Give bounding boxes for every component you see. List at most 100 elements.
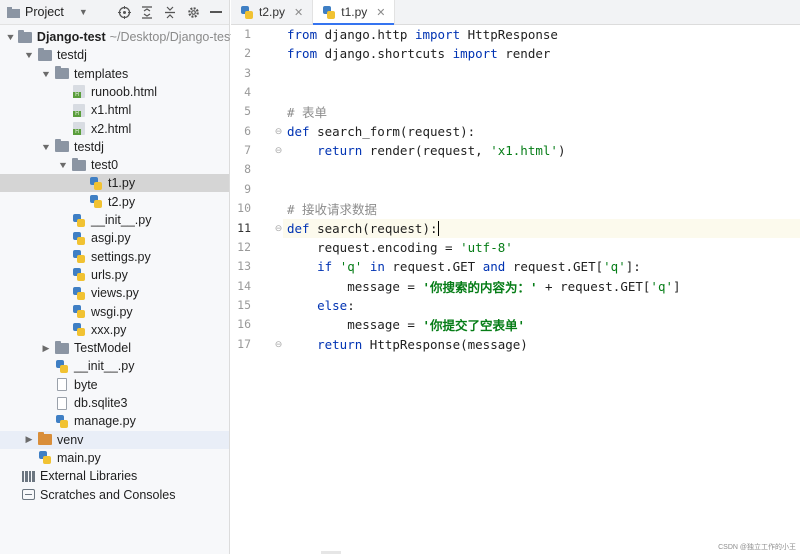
- code-line[interactable]: def search(request):: [283, 218, 800, 238]
- fold-marker-icon[interactable]: ⊖: [274, 141, 283, 160]
- fold-marker-icon[interactable]: ⊖: [274, 122, 283, 141]
- code-area[interactable]: from django.http import HttpResponse from…: [283, 25, 800, 554]
- code-token: ): [557, 143, 566, 159]
- code-line[interactable]: from django.http import HttpResponse: [283, 25, 800, 44]
- tree-node-label: __init__.py: [74, 359, 135, 374]
- close-icon[interactable]: ✕: [376, 6, 385, 19]
- project-view-selector[interactable]: Project ▼: [6, 5, 88, 19]
- gear-icon[interactable]: [186, 5, 200, 19]
- line-number: 9: [244, 181, 251, 196]
- expand-all-icon[interactable]: [140, 5, 154, 19]
- tree-node[interactable]: ▼ testdj: [0, 138, 229, 156]
- python-file-icon: [55, 414, 69, 428]
- tree-node[interactable]: main.py: [0, 449, 229, 467]
- code-line[interactable]: else:: [283, 296, 800, 315]
- tree-node[interactable]: ▶ TestModel: [0, 339, 229, 357]
- line-number: 11: [237, 220, 251, 235]
- python-file-icon: [38, 451, 52, 465]
- tree-node[interactable]: External Libraries: [0, 467, 229, 485]
- collapse-all-icon[interactable]: [163, 5, 177, 19]
- chevron-down-icon[interactable]: ▼: [22, 49, 36, 61]
- tree-node[interactable]: Hx2.html: [0, 120, 229, 138]
- tree-node[interactable]: wsgi.py: [0, 303, 229, 321]
- tree-node[interactable]: asgi.py: [0, 229, 229, 247]
- tree-node[interactable]: ▼ templates: [0, 65, 229, 83]
- tree-node-label: views.py: [91, 286, 139, 301]
- tree-node[interactable]: views.py: [0, 284, 229, 302]
- hide-icon[interactable]: [209, 5, 223, 19]
- tree-node[interactable]: ▼ test0: [0, 156, 229, 174]
- fold-marker-icon[interactable]: ⊖: [274, 335, 283, 354]
- code-line[interactable]: # 表单: [283, 102, 800, 121]
- code-token: return: [317, 143, 363, 159]
- tree-node[interactable]: Hrunoob.html: [0, 83, 229, 101]
- tree-node[interactable]: urls.py: [0, 266, 229, 284]
- code-line[interactable]: message = '你提交了空表单': [283, 315, 800, 334]
- tree-node-label: xxx.py: [91, 322, 127, 337]
- tree-node[interactable]: db.sqlite3: [0, 394, 229, 412]
- code-line[interactable]: return HttpResponse(message): [283, 335, 800, 354]
- tree-node[interactable]: t2.py: [0, 193, 229, 211]
- code-token: def: [287, 123, 310, 139]
- code-token: if: [317, 259, 333, 275]
- code-line[interactable]: [283, 160, 800, 179]
- code-line[interactable]: message = '你搜索的内容为：' + request.GET['q']: [283, 277, 800, 296]
- tree-node[interactable]: manage.py: [0, 412, 229, 430]
- html-file-icon: H: [72, 85, 86, 99]
- code-line[interactable]: from django.shortcuts import render: [283, 44, 800, 63]
- code-token: import: [452, 46, 498, 62]
- code-token: django.http: [317, 27, 415, 42]
- line-number-gutter[interactable]: 1 2 3 4 5 6 ⊖ 7 ⊖ 8 9 10 11 ⊖ 12 13 14 15 16 17 ⊖: [231, 25, 283, 554]
- code-line[interactable]: if 'q' in request.GET and request.GET['q…: [283, 257, 800, 276]
- tree-node[interactable]: byte: [0, 376, 229, 394]
- html-file-icon: H: [72, 122, 86, 136]
- code-token: and: [482, 259, 506, 275]
- tree-node[interactable]: ▼ testdj: [0, 46, 229, 64]
- code-token: 'q': [603, 259, 626, 275]
- python-file-icon: [72, 268, 86, 282]
- tree-node[interactable]: ▼ Django-test ~/Desktop/Django-test: [0, 28, 234, 46]
- python-file-icon: [72, 286, 86, 300]
- code-line[interactable]: # 接收请求数据: [283, 199, 800, 218]
- chevron-down-icon[interactable]: ▼: [5, 31, 16, 43]
- code-line[interactable]: [283, 180, 800, 199]
- tree-node[interactable]: xxx.py: [0, 321, 229, 339]
- code-token: 'q': [339, 259, 363, 275]
- tree-node[interactable]: Scratches and Consoles: [0, 486, 229, 504]
- code-token: HttpResponse: [460, 27, 558, 42]
- tree-node[interactable]: __init__.py: [0, 211, 229, 229]
- tree-node[interactable]: t1.py: [0, 174, 229, 193]
- project-view-icon: [6, 5, 20, 19]
- python-file-icon: [72, 305, 86, 319]
- tree-node[interactable]: Hx1.html: [0, 101, 229, 119]
- editor-tab[interactable]: t2.py ✕: [231, 0, 314, 24]
- chevron-right-icon[interactable]: ▶: [23, 434, 35, 446]
- tree-node-label: Django-test: [36, 30, 106, 44]
- python-file-icon: [240, 5, 254, 19]
- code-line[interactable]: return render(request, 'x1.html'): [283, 141, 800, 160]
- tree-node[interactable]: ▶ venv: [0, 430, 229, 449]
- code-line[interactable]: [283, 83, 800, 102]
- chevron-down-icon[interactable]: ▼: [39, 141, 53, 153]
- editor-tab[interactable]: t1.py ✕: [313, 0, 396, 25]
- target-icon[interactable]: [117, 5, 131, 19]
- close-icon[interactable]: ✕: [294, 6, 303, 19]
- chevron-right-icon[interactable]: ▶: [40, 342, 52, 354]
- code-line[interactable]: def search_form(request):: [283, 122, 800, 141]
- text-file-icon: [55, 378, 69, 392]
- tree-node-label: TestModel: [74, 341, 131, 356]
- fold-marker-icon[interactable]: ⊖: [274, 219, 283, 238]
- line-number: 1: [244, 27, 251, 41]
- line-number: 2: [244, 46, 251, 61]
- code-line[interactable]: request.encoding = 'utf-8': [283, 238, 800, 257]
- chevron-down-icon[interactable]: ▼: [56, 159, 70, 171]
- line-number: 7: [244, 143, 251, 158]
- code-token: from: [287, 46, 318, 62]
- chevron-down-icon[interactable]: ▼: [39, 68, 53, 80]
- tree-node[interactable]: __init__.py: [0, 357, 229, 375]
- tree-node[interactable]: settings.py: [0, 248, 229, 266]
- code-line[interactable]: [283, 64, 800, 83]
- tree-node-label: runoob.html: [91, 84, 158, 99]
- code-token: render(request,: [362, 143, 491, 159]
